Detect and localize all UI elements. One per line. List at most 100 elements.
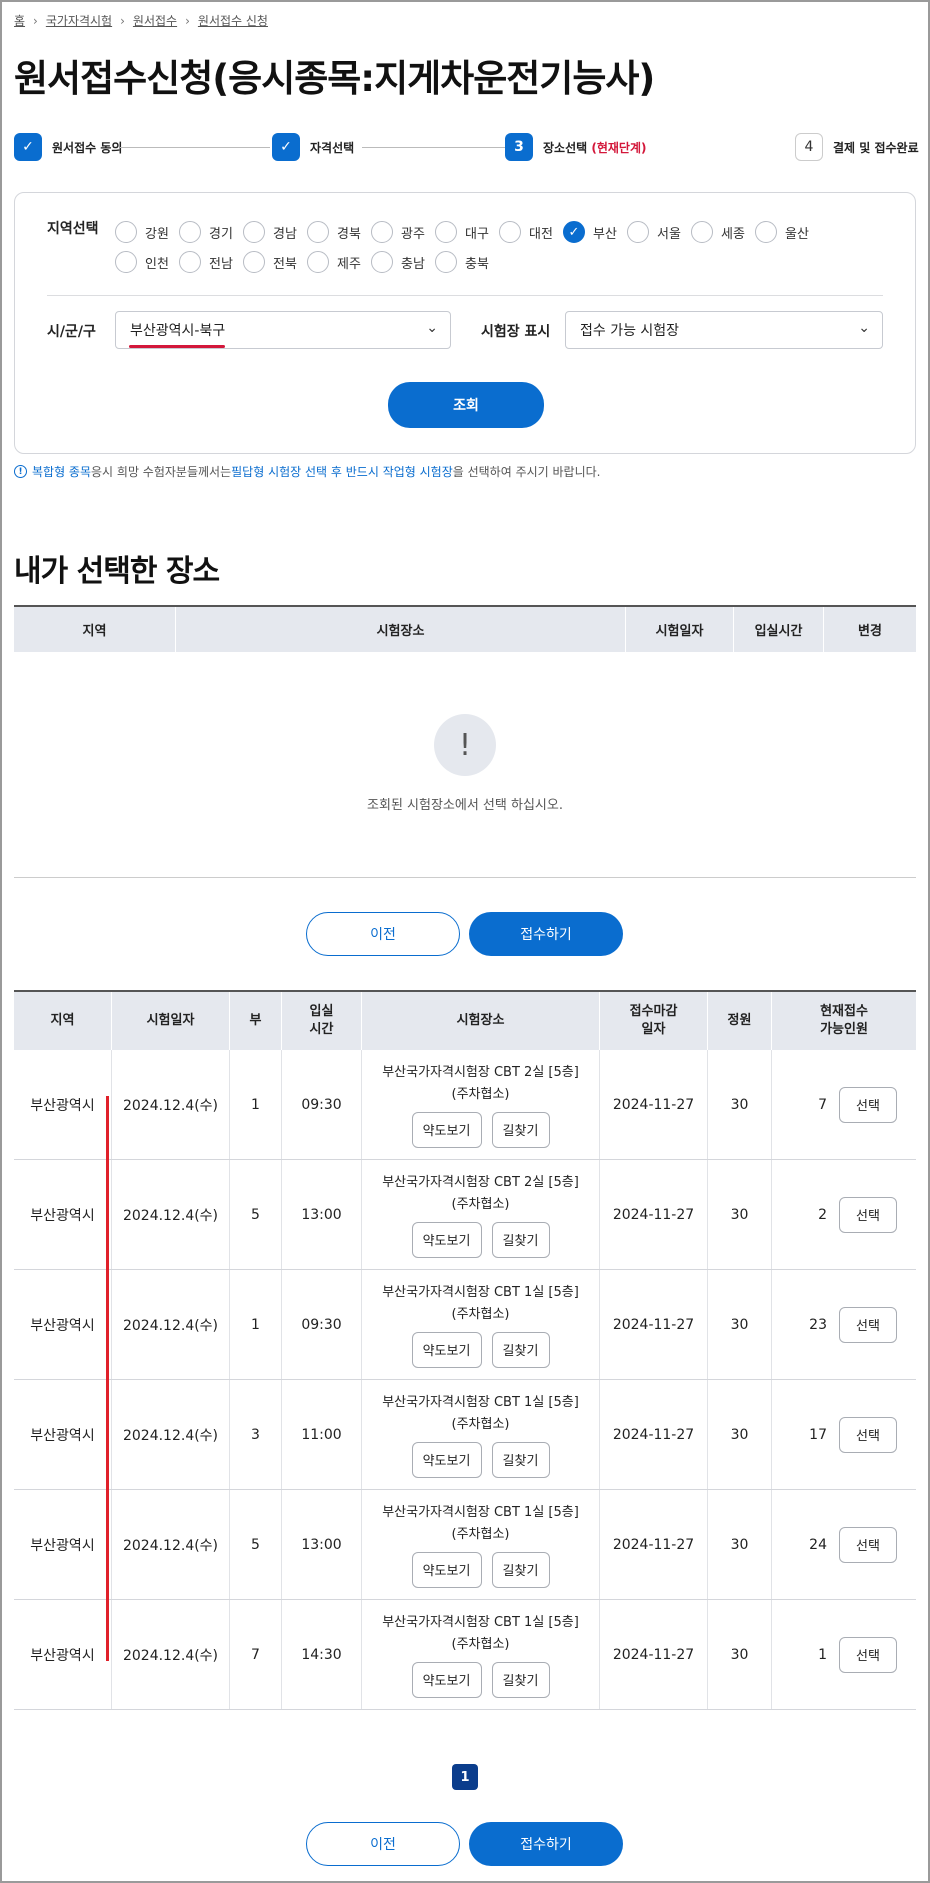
- check-icon: ✓: [14, 133, 42, 161]
- cell-part: 1: [230, 1270, 282, 1379]
- region-radio[interactable]: 울산: [755, 217, 819, 247]
- col-region: 지역: [14, 992, 112, 1050]
- col-date: 시험일자: [112, 992, 230, 1050]
- region-radio[interactable]: 충북: [435, 247, 499, 277]
- date-text: 2024.12.4(수): [122, 1317, 219, 1334]
- prev-button[interactable]: 이전: [306, 912, 460, 956]
- map-button[interactable]: 약도보기: [411, 1551, 482, 1588]
- cell-time: 14:30: [282, 1600, 362, 1709]
- page-1-button[interactable]: 1: [452, 1764, 478, 1790]
- cell-time: 13:00: [282, 1160, 362, 1269]
- map-button[interactable]: 약도보기: [411, 1221, 482, 1258]
- map-button[interactable]: 약도보기: [411, 1661, 482, 1698]
- step-number: 4: [795, 133, 823, 161]
- breadcrumb-national-exam[interactable]: 국가자격시험: [46, 12, 112, 29]
- available-count: 1: [818, 1646, 827, 1663]
- table-row: 부산광역시 2024.12.4(수) 5 13:00 부산국가자격시험장 CBT 1실 …: [14, 1490, 916, 1600]
- cell-region: 부산광역시: [14, 1380, 112, 1489]
- page-title: 원서접수신청(응시종목:지게차운전기능사): [14, 57, 655, 100]
- cell-place: 부산국가자격시험장 CBT 1실 [5층] (주차협소) 약도보기 길찾기: [362, 1490, 600, 1599]
- route-button[interactable]: 길찾기: [491, 1221, 550, 1258]
- region-radio[interactable]: 세종: [691, 217, 755, 247]
- region-radio-label: 충북: [465, 256, 489, 272]
- region-radio-group: 강원 경기 경남 경북 광주 대구 대전 ✓ 부산 서울 세종 울산 인천 전남 전북 제주 충남 충북: [115, 217, 835, 277]
- cell-available: 1 선택: [772, 1600, 916, 1709]
- region-radio-label: 경북: [337, 226, 361, 242]
- select-button[interactable]: 선택: [839, 1196, 897, 1233]
- red-underline-annotation: [129, 345, 225, 348]
- region-radio[interactable]: 전북: [243, 247, 307, 277]
- route-button[interactable]: 길찾기: [491, 1331, 550, 1368]
- region-text: 부산광역시: [30, 1427, 95, 1444]
- cell-available: 2 선택: [772, 1160, 916, 1269]
- cell-date: 2024.12.4(수): [112, 1050, 230, 1159]
- step-qualification: ✓ 자격선택: [272, 133, 354, 161]
- submit-button-bottom[interactable]: 접수하기: [469, 1822, 623, 1866]
- region-radio[interactable]: ✓ 부산: [563, 217, 627, 247]
- date-text: 2024.12.4(수): [122, 1647, 219, 1664]
- radio-circle-icon: [691, 221, 713, 243]
- place-name: 부산국가자격시험장 CBT 1실 [5층] (주차협소): [382, 1394, 579, 1432]
- table-row: 부산광역시 2024.12.4(수) 3 11:00 부산국가자격시험장 CBT 1실 …: [14, 1380, 916, 1490]
- breadcrumb-home[interactable]: 홈: [14, 12, 25, 29]
- available-count: 24: [809, 1536, 827, 1553]
- time-text: 13:00: [301, 1206, 342, 1223]
- notice-text: ! 복합형 종목 응시 희망 수험자분들께서는 필답형 시험장 선택 후 반드시…: [14, 463, 916, 480]
- region-radio[interactable]: 대전: [499, 217, 563, 247]
- region-radio[interactable]: 경기: [179, 217, 243, 247]
- capacity-text: 30: [730, 1646, 749, 1663]
- cell-available: 17 선택: [772, 1380, 916, 1489]
- cell-region: 부산광역시: [14, 1270, 112, 1379]
- radio-circle-icon: [435, 251, 457, 273]
- step-label: 원서접수 동의: [52, 140, 123, 155]
- available-count: 17: [809, 1426, 827, 1443]
- submit-button[interactable]: 접수하기: [469, 912, 623, 956]
- region-radio[interactable]: 인천: [115, 247, 179, 277]
- cell-capacity: 30: [708, 1270, 772, 1379]
- chevron-right-icon: ›: [120, 13, 125, 28]
- region-radio[interactable]: 광주: [371, 217, 435, 247]
- region-radio[interactable]: 경북: [307, 217, 371, 247]
- date-text: 2024.12.4(수): [122, 1097, 219, 1114]
- capacity-text: 30: [730, 1206, 749, 1223]
- region-radio-label: 서울: [657, 226, 681, 242]
- prev-button-bottom[interactable]: 이전: [306, 1822, 460, 1866]
- district-select[interactable]: 부산광역시-북구 ⌄: [115, 311, 451, 349]
- col-capacity: 정원: [708, 992, 772, 1050]
- step-location: 3 장소선택 (현재단계): [505, 133, 647, 161]
- region-radio[interactable]: 충남: [371, 247, 435, 277]
- route-button[interactable]: 길찾기: [491, 1441, 550, 1478]
- region-radio[interactable]: 대구: [435, 217, 499, 247]
- route-button[interactable]: 길찾기: [491, 1661, 550, 1698]
- breadcrumb-application-apply[interactable]: 원서접수 신청: [198, 12, 268, 29]
- map-button[interactable]: 약도보기: [411, 1111, 482, 1148]
- cell-available: 7 선택: [772, 1050, 916, 1159]
- site-select[interactable]: 접수 가능 시험장 ⌄: [565, 311, 883, 349]
- region-radio[interactable]: 전남: [179, 247, 243, 277]
- select-button[interactable]: 선택: [839, 1636, 897, 1673]
- radio-circle-icon: [755, 221, 777, 243]
- route-button[interactable]: 길찾기: [491, 1551, 550, 1588]
- select-button[interactable]: 선택: [839, 1526, 897, 1563]
- map-button[interactable]: 약도보기: [411, 1441, 482, 1478]
- region-radio[interactable]: 강원: [115, 217, 179, 247]
- region-radio[interactable]: 경남: [243, 217, 307, 247]
- part-text: 5: [251, 1536, 260, 1553]
- select-button[interactable]: 선택: [839, 1306, 897, 1343]
- breadcrumb-application[interactable]: 원서접수: [133, 12, 177, 29]
- cell-region: 부산광역시: [14, 1050, 112, 1159]
- radio-circle-icon: [371, 221, 393, 243]
- region-radio[interactable]: 제주: [307, 247, 371, 277]
- region-radio-label: 인천: [145, 256, 169, 272]
- search-button[interactable]: 조회: [388, 382, 544, 428]
- map-button[interactable]: 약도보기: [411, 1331, 482, 1368]
- route-button[interactable]: 길찾기: [491, 1111, 550, 1148]
- part-text: 1: [251, 1316, 260, 1333]
- cell-place: 부산국가자격시험장 CBT 1실 [5층] (주차협소) 약도보기 길찾기: [362, 1270, 600, 1379]
- col-place: 시험장소: [362, 992, 600, 1050]
- cell-time: 09:30: [282, 1270, 362, 1379]
- select-button[interactable]: 선택: [839, 1086, 897, 1123]
- select-button[interactable]: 선택: [839, 1416, 897, 1453]
- region-radio[interactable]: 서울: [627, 217, 691, 247]
- region-radio-label: 대구: [465, 226, 489, 242]
